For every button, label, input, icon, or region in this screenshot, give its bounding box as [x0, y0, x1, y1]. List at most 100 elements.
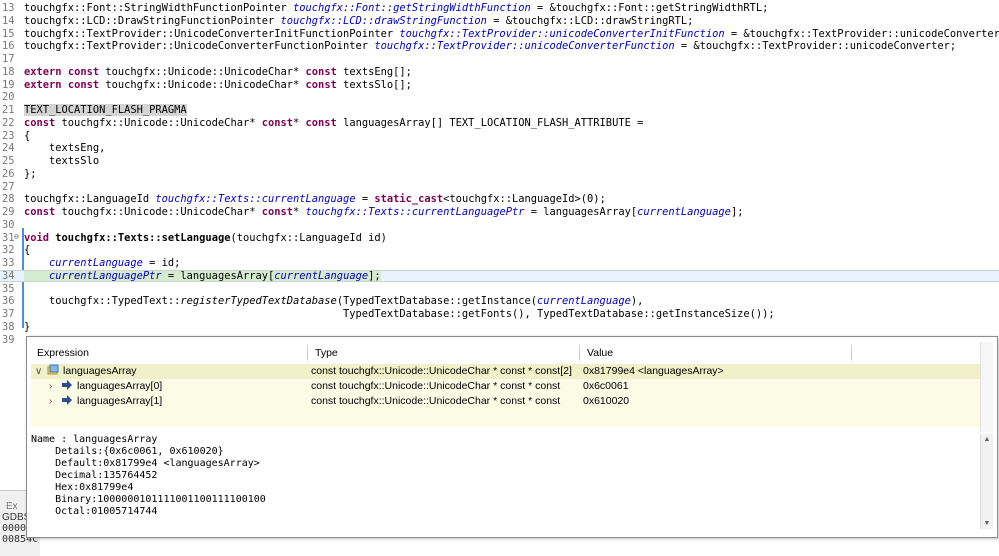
- code-text: TEXT_LOCATION_FLASH_PRAGMA: [24, 104, 187, 116]
- code-line[interactable]: 34 currentLanguagePtr = languagesArray[c…: [0, 269, 999, 282]
- expression-value: 0x81799e4 <languagesArray>: [583, 365, 724, 377]
- code-line[interactable]: 31 ⊖ void touchgfx::Texts::setLanguage(tou…: [0, 232, 999, 244]
- expression-value: 0x6c0061: [583, 380, 629, 392]
- line-number: 29: [2, 206, 15, 218]
- expression-tree: ∨ languagesArray const touchgfx::Unicode…: [31, 364, 981, 432]
- line-number: 22: [2, 116, 15, 129]
- expression-name: languagesArray: [63, 365, 137, 377]
- fold-toggle-icon[interactable]: ⊖: [14, 232, 22, 241]
- line-number: 17: [2, 53, 15, 65]
- expression-type: const touchgfx::Unicode::UnicodeChar * c…: [311, 380, 561, 392]
- code-line[interactable]: 32 {: [0, 244, 999, 256]
- line-number: 28: [2, 193, 15, 206]
- code-line[interactable]: 27: [0, 181, 999, 193]
- line-number: 33: [2, 257, 15, 269]
- code-line[interactable]: 19 extern const touchgfx::Unicode::Unicod…: [0, 79, 999, 91]
- code-line[interactable]: 28 touchgfx::LanguageId touchgfx::Texts::…: [0, 193, 999, 205]
- code-line[interactable]: 22 const touchgfx::Unicode::UnicodeChar* …: [0, 117, 999, 129]
- line-number: 27: [2, 180, 15, 193]
- code-text: touchgfx::TypedText::registerTypedTextDa…: [24, 295, 644, 308]
- line-number: 16: [2, 40, 15, 53]
- code-text: {: [24, 244, 31, 257]
- line-number: 38: [2, 320, 15, 333]
- code-text: touchgfx::TextProvider::UnicodeConverter…: [24, 40, 957, 53]
- line-number: 15: [2, 27, 15, 40]
- line-number: 34: [2, 269, 15, 282]
- details-pane: Name : languagesArray Details:{0x6c0061,…: [31, 434, 266, 517]
- code-line[interactable]: 33 currentLanguage = id;: [0, 257, 999, 269]
- expression-hover-popup: Expression Type Value ∨ languagesArray c…: [26, 336, 998, 538]
- code-line[interactable]: 38}: [0, 321, 999, 333]
- code-line[interactable]: 18 extern const touchgfx::Unicode::Unicod…: [0, 66, 999, 78]
- code-line[interactable]: 23 {: [0, 130, 999, 142]
- code-text: touchgfx::TextProvider::UnicodeConverter…: [24, 27, 999, 40]
- line-number: 24: [2, 142, 15, 155]
- expression-value: 0x610020: [583, 395, 630, 407]
- line-number: 21: [2, 104, 15, 116]
- line-number: 39: [2, 333, 15, 346]
- tree-row[interactable]: ∨ languagesArray const touchgfx::Unicode…: [31, 364, 981, 379]
- scroll-down-arrow-icon[interactable]: ▼: [983, 520, 991, 527]
- code-text: extern const touchgfx::Unicode::UnicodeC…: [24, 65, 412, 78]
- code-editor[interactable]: 13 touchgfx::Font::StringWidthFunctionPoi…: [0, 0, 999, 346]
- code-text: touchgfx::Font::StringWidthFunctionPoint…: [24, 2, 769, 14]
- code-line[interactable]: 15 touchgfx::TextProvider::UnicodeConvert…: [0, 28, 999, 40]
- column-header-value[interactable]: Value: [581, 342, 847, 364]
- code-text: {: [24, 129, 31, 142]
- tree-row[interactable]: › languagesArray[0] const touchgfx::Unic…: [31, 379, 981, 394]
- code-line[interactable]: 17: [0, 53, 999, 65]
- expression-name: languagesArray[1]: [77, 395, 163, 407]
- tree-row[interactable]: › languagesArray[1] const touchgfx::Unic…: [31, 394, 981, 409]
- tree-scrollbar[interactable]: [980, 342, 993, 432]
- collapse-chevron-icon[interactable]: ∨: [35, 364, 42, 379]
- code-line[interactable]: 29 const touchgfx::Unicode::UnicodeChar* …: [0, 206, 999, 218]
- line-number: 14: [2, 14, 15, 27]
- line-number: 19: [2, 78, 15, 91]
- code-text: textsEng,: [24, 142, 106, 155]
- line-number: 30: [2, 218, 15, 231]
- line-number: 18: [2, 65, 15, 78]
- code-text: currentLanguagePtr = languagesArray[curr…: [24, 269, 381, 282]
- line-number: 20: [2, 91, 15, 104]
- code-text: TypedTextDatabase::getFonts(), TypedText…: [24, 308, 775, 320]
- column-header-type[interactable]: Type: [309, 342, 581, 364]
- code-text: touchgfx::LanguageId touchgfx::Texts::cu…: [24, 193, 606, 206]
- code-line[interactable]: 25 textsSlo: [0, 155, 999, 167]
- code-text: void touchgfx::Texts::setLanguage(touchg…: [24, 231, 387, 244]
- empty-row: [31, 409, 981, 427]
- code-line[interactable]: 35: [0, 283, 999, 295]
- code-line[interactable]: 20: [0, 91, 999, 103]
- expression-type: const touchgfx::Unicode::UnicodeChar * c…: [311, 395, 561, 407]
- code-line[interactable]: 14 touchgfx::LCD::DrawStringFunctionPoint…: [0, 15, 999, 27]
- line-number: 13: [2, 2, 15, 14]
- expand-chevron-icon[interactable]: ›: [49, 379, 52, 394]
- code-text: touchgfx::LCD::DrawStringFunctionPointer…: [24, 14, 694, 27]
- line-number: 26: [2, 167, 15, 180]
- code-line[interactable]: 21 TEXT_LOCATION_FLASH_PRAGMA: [0, 104, 999, 116]
- code-text: currentLanguage = id;: [49, 257, 181, 269]
- column-header-expression[interactable]: Expression: [31, 342, 307, 364]
- line-number: 37: [2, 308, 15, 320]
- line-number: 36: [2, 295, 15, 308]
- line-number: 23: [2, 129, 15, 142]
- scroll-up-arrow-icon[interactable]: ▲: [983, 436, 991, 443]
- line-number: 32: [2, 244, 15, 257]
- line-number: 25: [2, 155, 15, 167]
- code-text: extern const touchgfx::Unicode::UnicodeC…: [24, 78, 412, 91]
- code-line[interactable]: 26};: [0, 168, 999, 180]
- code-line[interactable]: 36 touchgfx::TypedText::registerTypedTex…: [0, 295, 999, 307]
- code-text: const touchgfx::Unicode::UnicodeChar* co…: [24, 116, 644, 129]
- code-line[interactable]: 13 touchgfx::Font::StringWidthFunctionPoi…: [0, 2, 999, 14]
- expression-type: const touchgfx::Unicode::UnicodeChar * c…: [311, 365, 572, 377]
- code-line[interactable]: 16 touchgfx::TextProvider::UnicodeConvert…: [0, 40, 999, 52]
- code-text: };: [24, 167, 37, 180]
- expression-table-header: Expression Type Value: [31, 342, 981, 365]
- code-line[interactable]: 24 textsEng,: [0, 142, 999, 154]
- expand-chevron-icon[interactable]: ›: [49, 394, 52, 409]
- code-line[interactable]: 30: [0, 219, 999, 231]
- code-text: }: [24, 320, 31, 333]
- details-scrollbar[interactable]: ▲ ▼: [980, 434, 993, 529]
- code-text: textsSlo: [24, 155, 100, 167]
- code-line[interactable]: 37 TypedTextDatabase::getFonts(), TypedT…: [0, 308, 999, 320]
- line-number: 35: [2, 282, 15, 295]
